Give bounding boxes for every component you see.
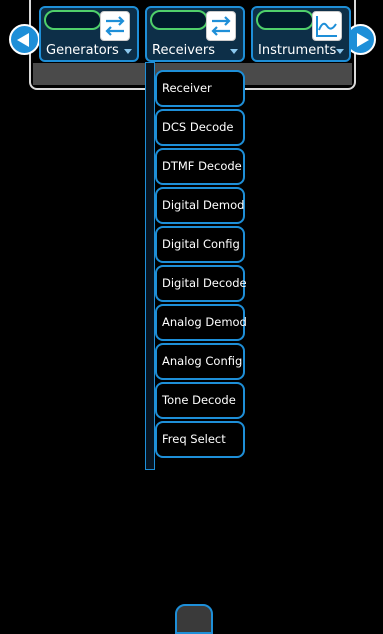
menu-item-label: Analog Demod (162, 315, 247, 329)
menu-item-digital-decode[interactable]: Digital Decode (155, 265, 247, 302)
menu-item-receiver[interactable]: Receiver (155, 70, 245, 107)
menu-item-analog-config[interactable]: Analog Config (155, 343, 245, 380)
menu-item-label: Digital Config (162, 237, 240, 251)
tab-generators[interactable]: Generators (39, 6, 139, 62)
menu-item-dcs-decode[interactable]: DCS Decode (155, 109, 245, 146)
tab-label: Instruments (258, 43, 337, 58)
swap-arrows-icon (206, 11, 236, 41)
caret-down-icon (336, 49, 344, 54)
menu-item-analog-demod[interactable]: Analog Demod (155, 304, 247, 341)
tab-indicator (256, 10, 314, 30)
caret-down-icon (124, 49, 132, 54)
tab-indicator (44, 10, 102, 30)
tab-instruments[interactable]: Instruments (251, 6, 351, 62)
receivers-dropdown-menu: Receiver DCS Decode DTMF Decode Digital … (145, 62, 247, 470)
swap-arrows-icon (100, 11, 130, 41)
menu-item-label: Tone Decode (162, 393, 236, 407)
menu-item-label: Digital Decode (162, 276, 247, 290)
tab-indicator (150, 10, 208, 30)
menu-item-label: DCS Decode (162, 120, 234, 134)
menu-item-dtmf-decode[interactable]: DTMF Decode (155, 148, 245, 185)
tab-receivers[interactable]: Receivers (145, 6, 245, 62)
bottom-drawer-handle[interactable] (175, 604, 213, 634)
menu-item-digital-demod[interactable]: Digital Demod (155, 187, 245, 224)
menu-item-label: Analog Config (162, 354, 243, 368)
tab-label: Generators (46, 43, 119, 58)
menu-item-freq-select[interactable]: Freq Select (155, 421, 245, 458)
menu-item-tone-decode[interactable]: Tone Decode (155, 382, 245, 419)
tab-label: Receivers (152, 43, 216, 58)
menu-item-label: Digital Demod (162, 198, 245, 212)
menu-item-label: Freq Select (162, 432, 226, 446)
waveform-icon (312, 11, 342, 41)
scroll-left-button[interactable] (9, 24, 40, 55)
menu-item-label: Receiver (162, 81, 212, 95)
dropdown-spine (145, 62, 155, 470)
caret-down-icon (230, 49, 238, 54)
menu-item-digital-config[interactable]: Digital Config (155, 226, 245, 263)
menu-item-label: DTMF Decode (162, 159, 242, 173)
